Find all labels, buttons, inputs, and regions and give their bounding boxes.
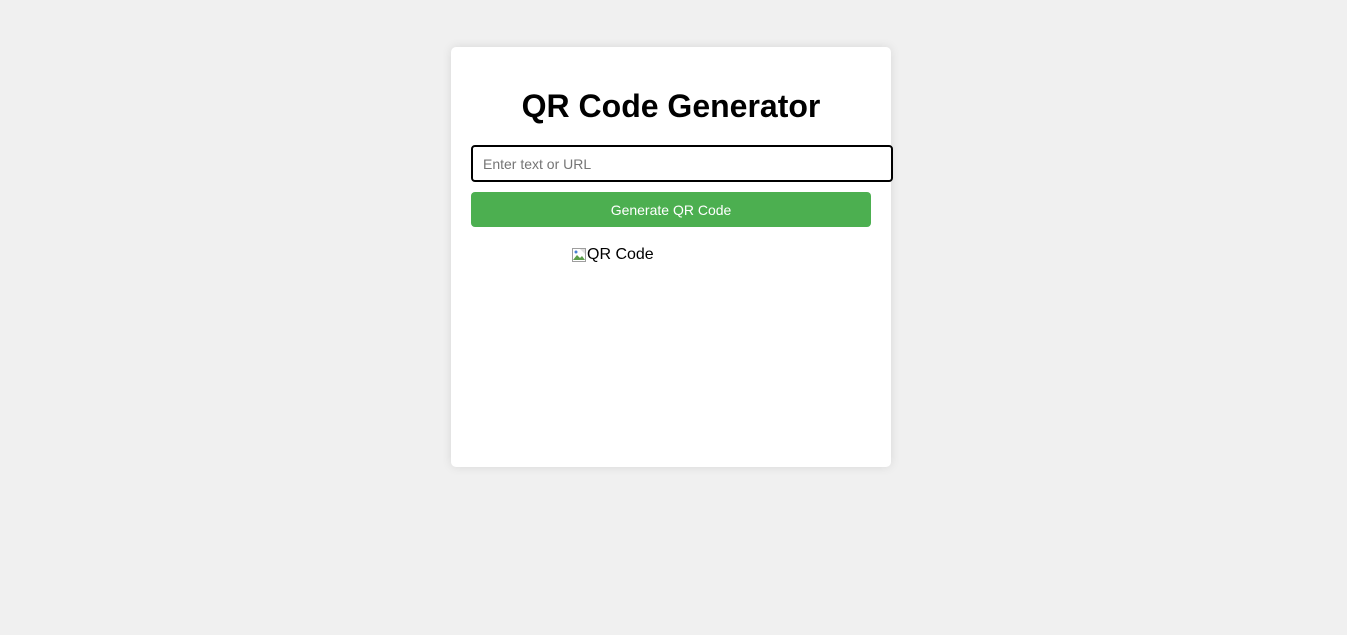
page-title: QR Code Generator xyxy=(521,88,821,124)
qr-alt-text: QR Code xyxy=(587,246,654,263)
broken-image-icon xyxy=(571,247,587,263)
generate-qr-button[interactable]: Generate QR Code xyxy=(471,192,871,227)
qr-image-placeholder: QR Code xyxy=(571,246,654,264)
qr-code-image: QR Code xyxy=(571,246,771,446)
text-url-input[interactable] xyxy=(471,145,893,182)
generator-card: QR Code Generator Generate QR Code QR Co… xyxy=(451,47,893,467)
